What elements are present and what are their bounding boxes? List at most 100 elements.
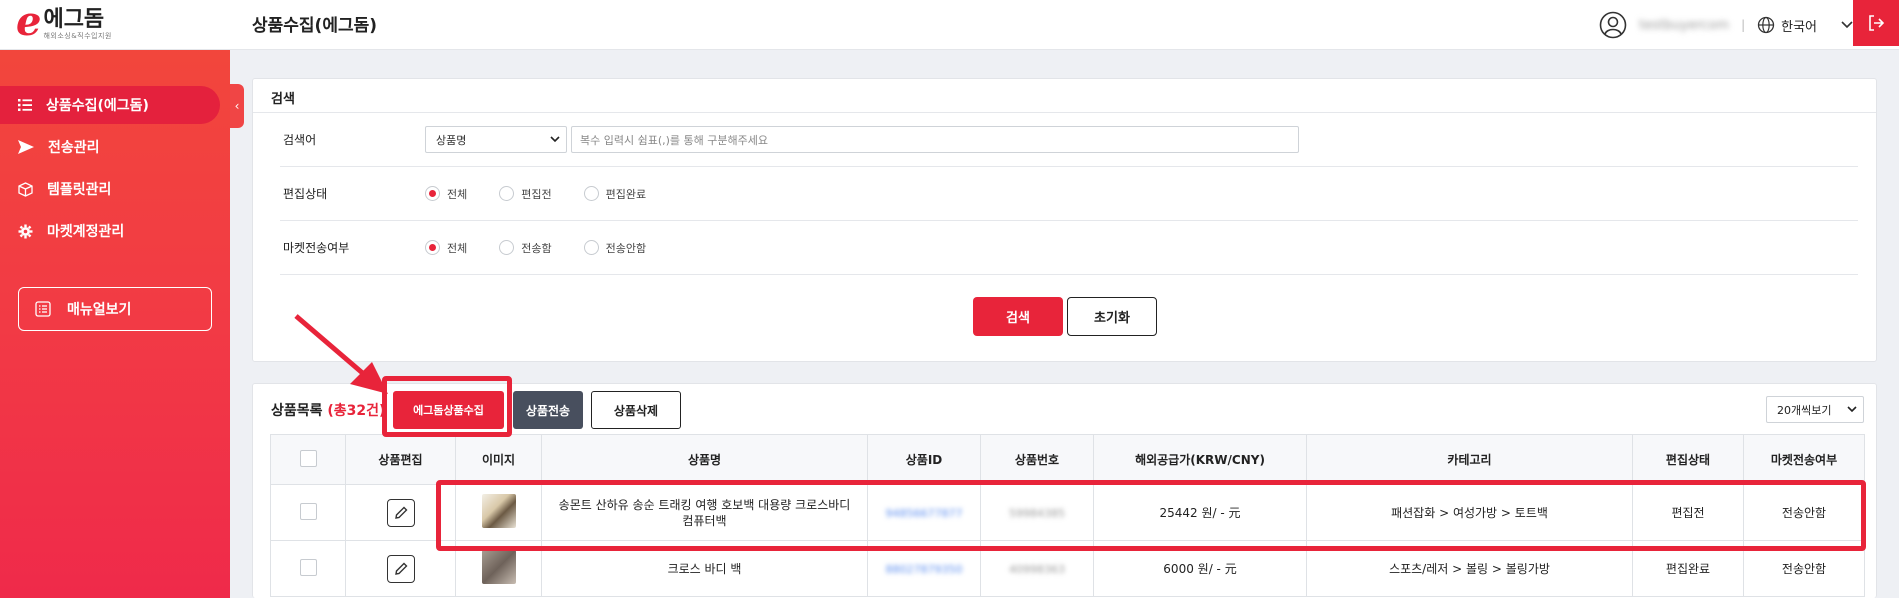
keyword-placeholder: 복수 입력시 쉼표(,)를 통해 구분해주세요 [580, 133, 768, 147]
sidebar-item-send[interactable]: 전송관리 [0, 128, 230, 166]
list-icon [18, 99, 32, 111]
row-checkbox[interactable] [299, 502, 317, 520]
product-price: 6000 원/ - 元 [1093, 540, 1307, 597]
manual-label: 매뉴얼보기 [67, 302, 132, 318]
user-avatar-icon[interactable] [1599, 11, 1627, 39]
radio-label: 편집전 [521, 187, 552, 201]
market-radio-not-sent[interactable]: 전송안함 [583, 240, 647, 256]
row-checkbox[interactable] [299, 558, 317, 576]
market-row: 마켓전송여부 전체 전송함 전송안함 [280, 221, 1858, 275]
product-name: 크로스 바디 백 [541, 540, 868, 597]
column-header: 카테고리 [1306, 434, 1633, 485]
product-thumbnail[interactable] [481, 550, 516, 584]
globe-icon [1757, 16, 1775, 34]
logout-button[interactable] [1853, 0, 1899, 46]
brand-logo[interactable]: e 에그돔 해외소싱&직수입지원 [0, 0, 230, 50]
select-all-checkbox[interactable] [299, 449, 317, 467]
search-panel-title: 검색 [253, 79, 1876, 113]
pencil-icon [394, 562, 407, 575]
edit-status-radio-before[interactable]: 편집전 [499, 186, 552, 202]
search-panel: 검색 검색어 상품명 복수 입력시 쉼표(,)를 통해 구분해주세요 편집상태 … [252, 78, 1877, 362]
sidebar-item-collect[interactable]: 상품수집(에그돔) [0, 86, 220, 124]
chevron-left-icon: ‹ [234, 99, 240, 113]
product-table: 상품편집 이미지 상품명 상품ID 상품번호 해외공급가(KRW/CNY) 카테… [270, 434, 1865, 597]
manual-button[interactable]: 매뉴얼보기 [18, 287, 212, 331]
product-name: 송몬트 산하유 송순 트래킹 여행 호보백 대용량 크로스바디 컴퓨터백 [541, 484, 868, 541]
delete-product-button[interactable]: 상품삭제 [591, 391, 681, 429]
product-number: 59984385 [1009, 506, 1065, 520]
chevron-down-icon [550, 136, 560, 143]
radio [583, 240, 599, 255]
logo-subtitle: 해외소싱&직수입지원 [43, 32, 112, 40]
radio [499, 186, 515, 201]
user-area: testbuyercom | 한국어 [1599, 0, 1853, 50]
radio-label: 전송안함 [605, 241, 647, 255]
column-header: 이미지 [455, 434, 542, 485]
language-selector[interactable]: 한국어 [1757, 16, 1853, 35]
send-product-button[interactable]: 상품전송 [513, 391, 583, 429]
sidebar-item-label: 템플릿관리 [47, 182, 112, 198]
radio-selected [425, 240, 440, 255]
sidebar-item-label: 마켓계정관리 [47, 224, 125, 240]
radio [499, 240, 515, 255]
product-category: 패션잡화 > 여성가방 > 토트백 [1306, 484, 1633, 541]
logo-title: 에그돔 [43, 7, 105, 32]
product-price: 25442 원/ - 元 [1093, 484, 1307, 541]
sidebar-collapse-toggle[interactable]: ‹ [230, 84, 244, 128]
collect-product-button[interactable]: 에그돔상품수집 [393, 391, 504, 429]
sidebar: 상품수집(에그돔) 전송관리 템플릿관리 마켓계정관리 매뉴얼보기 [0, 50, 230, 598]
page-size-select[interactable]: 20개씩보기 [1766, 396, 1864, 423]
market-status: 전송안함 [1743, 484, 1865, 541]
send-icon [18, 140, 34, 154]
edit-product-button[interactable] [386, 498, 415, 527]
edit-status-label: 편집상태 [283, 187, 328, 201]
radio-label: 전송함 [521, 241, 552, 255]
sidebar-item-label: 전송관리 [48, 140, 100, 156]
edit-product-button[interactable] [386, 554, 415, 583]
table-row[interactable]: 크로스 바디 백 88027879350 40998363 6000 원/ - … [270, 540, 1865, 597]
keyword-type-value: 상품명 [436, 133, 467, 147]
radio-selected [425, 186, 440, 201]
sidebar-item-template[interactable]: 템플릿관리 [0, 170, 230, 208]
page-title: 상품수집(에그돔) [252, 16, 378, 36]
list-title-text: 상품목록 [271, 403, 323, 419]
column-header: 상품명 [541, 434, 868, 485]
market-status: 전송안함 [1743, 540, 1865, 597]
sidebar-item-market-account[interactable]: 마켓계정관리 [0, 212, 230, 250]
edit-status: 편집전 [1632, 484, 1744, 541]
header-select-all[interactable] [270, 434, 346, 485]
market-label: 마켓전송여부 [283, 241, 350, 255]
column-header: 상품번호 [980, 434, 1094, 485]
product-thumbnail[interactable] [481, 494, 516, 528]
product-id-link[interactable]: 94856677877 [886, 507, 963, 520]
separator: | [1741, 18, 1746, 32]
product-number: 40998363 [1009, 562, 1065, 576]
language-label: 한국어 [1781, 19, 1817, 35]
sidebar-item-label: 상품수집(에그돔) [46, 98, 149, 114]
column-header: 상품편집 [345, 434, 456, 485]
product-list-panel: 상품목록 (총32건) 에그돔상품수집 상품전송 상품삭제 20개씩보기 상품편… [252, 383, 1877, 598]
column-header: 상품ID [867, 434, 981, 485]
chevron-down-icon [1841, 21, 1853, 29]
user-name: testbuyercom [1639, 17, 1730, 33]
product-id-link[interactable]: 88027879350 [886, 563, 963, 576]
column-header: 마켓전송여부 [1743, 434, 1865, 485]
edit-status-radio-all[interactable]: 전체 [425, 186, 467, 202]
edit-status: 편집완료 [1632, 540, 1744, 597]
page-size-value: 20개씩보기 [1777, 403, 1832, 417]
search-button[interactable]: 검색 [973, 297, 1063, 336]
reset-button[interactable]: 초기화 [1067, 297, 1157, 336]
edit-status-radio-done[interactable]: 편집완료 [583, 186, 647, 202]
market-radio-sent[interactable]: 전송함 [499, 240, 552, 256]
keyword-input[interactable]: 복수 입력시 쉼표(,)를 통해 구분해주세요 [571, 126, 1299, 153]
radio-label: 편집완료 [605, 187, 647, 201]
radio-label: 전체 [447, 187, 468, 201]
box-icon [18, 181, 33, 197]
product-list-title: 상품목록 (총32건) [271, 400, 385, 420]
gear-icon [18, 224, 33, 238]
keyword-type-select[interactable]: 상품명 [425, 126, 567, 153]
logo-mark: e [16, 0, 42, 45]
market-radio-all[interactable]: 전체 [425, 240, 467, 256]
table-row[interactable]: 송몬트 산하유 송순 트래킹 여행 호보백 대용량 크로스바디 컴퓨터백 948… [270, 484, 1865, 541]
column-header: 편집상태 [1632, 434, 1744, 485]
